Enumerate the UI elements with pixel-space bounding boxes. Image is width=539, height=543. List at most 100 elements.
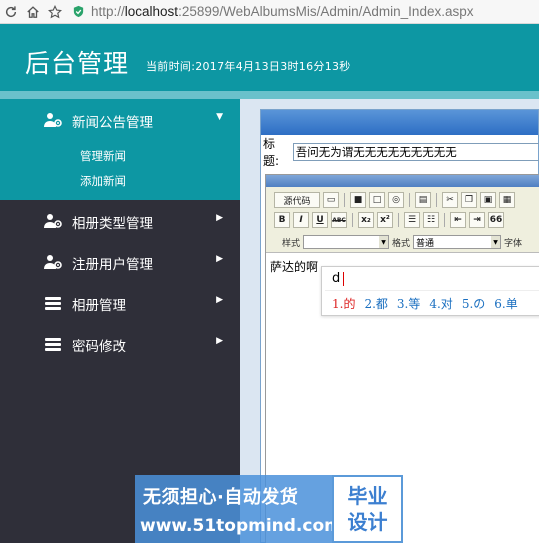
font-label: 字体: [504, 238, 523, 249]
ime-input-text: d: [332, 271, 341, 286]
chevron-down-icon: ▼: [491, 236, 501, 248]
numbered-list-icon: ☰: [407, 215, 417, 225]
watermark-banner: 无须担心·自动发货 www.51topmind.com 毕业 设计: [135, 475, 403, 543]
caret-right-icon: ▶: [216, 295, 223, 305]
watermark-badge-line2: 设计: [347, 510, 388, 534]
user-gear-icon: [44, 113, 62, 127]
ime-divider: [325, 290, 539, 291]
bookmark-button[interactable]: [44, 1, 66, 23]
superscript-button[interactable]: x²: [377, 212, 393, 228]
sidebar-item-label: 注册用户管理: [72, 257, 153, 273]
toolbar-separator: [444, 213, 445, 227]
indent-icon: ⇥: [473, 215, 481, 225]
paste-icon: ▣: [483, 195, 493, 205]
templates-button[interactable]: ▤: [415, 192, 431, 208]
ime-candidate-window: d 1.的 2.都 3.等 4.对 5.の 6.单: [321, 266, 539, 316]
watermark-slogan: 无须担心·自动发货: [143, 487, 299, 508]
save-icon: ■: [353, 195, 363, 205]
address-bar[interactable]: http://localhost:25899/WebAlbumsMis/Admi…: [72, 4, 473, 19]
outdent-icon: ⇤: [454, 215, 462, 225]
editor-toolbar: 源代码 ▭ ■ □ ◎ ▤ ✂ ❐ ▣ ▦ B I U ABC x₂ x² ☰ …: [266, 187, 539, 253]
sidebar-item-album-types[interactable]: 相册类型管理 ▶: [0, 200, 240, 241]
editor-text: 萨达的啊: [270, 260, 319, 274]
app-header: 后台管理 当前时间:2017年4月13日3时16分13秒: [0, 24, 539, 91]
sidebar-item-label: 新闻公告管理: [72, 115, 153, 131]
watermark-url: www.51topmind.com: [140, 516, 342, 536]
editor-titlebar: [266, 175, 539, 187]
scissors-icon: ✂: [446, 195, 454, 205]
source-code-label: 源代码: [283, 196, 311, 207]
print-preview-button[interactable]: ◎: [388, 192, 404, 208]
title-input[interactable]: 吾问无为谓无无无无无无无无无: [292, 143, 539, 161]
new-page-icon: □: [372, 195, 382, 205]
toolbar-separator: [409, 193, 410, 207]
caret-down-icon: ▼: [216, 112, 223, 122]
watermark-left: 无须担心·自动发货 www.51topmind.com: [135, 475, 342, 543]
sidebar-subitem-manage-news[interactable]: 管理新闻: [0, 144, 240, 169]
bold-button[interactable]: B: [274, 212, 290, 228]
toolbar-separator: [352, 213, 353, 227]
paste-button[interactable]: ▣: [480, 192, 496, 208]
numbered-list-button[interactable]: ☰: [404, 212, 420, 228]
bulleted-list-button[interactable]: ☷: [423, 212, 439, 228]
save-button[interactable]: ■: [350, 192, 366, 208]
toolbar-separator: [398, 213, 399, 227]
subscript-button[interactable]: x₂: [358, 212, 374, 228]
ime-candidate[interactable]: 5.の: [462, 295, 485, 312]
ime-candidates: 1.的 2.都 3.等 4.对 5.の 6.单: [332, 295, 518, 312]
title-row: 标题: 吾问无为谓无无无无无无无无无: [261, 137, 539, 168]
italic-button[interactable]: I: [293, 212, 309, 228]
format-select[interactable]: 普通 ▼: [413, 235, 502, 249]
format-label: 格式: [392, 238, 411, 249]
sidebar-item-label: 相册管理: [72, 298, 126, 314]
style-label: 样式: [282, 238, 301, 249]
sidebar-item-news[interactable]: 新闻公告管理 ▼: [0, 99, 240, 140]
preview-button[interactable]: ▭: [323, 192, 339, 208]
watermark-badge: 毕业 设计: [332, 475, 403, 543]
toolbar-row-1: 源代码 ▭ ■ □ ◎ ▤ ✂ ❐ ▣ ▦: [274, 191, 515, 209]
paste-word-button[interactable]: ▦: [499, 192, 515, 208]
strikethrough-button[interactable]: ABC: [331, 212, 347, 228]
user-gear-icon: [44, 214, 62, 228]
ime-candidate[interactable]: 3.等: [397, 295, 420, 312]
templates-icon: ▤: [418, 195, 428, 205]
star-icon: [48, 4, 62, 18]
ime-candidate[interactable]: 6.单: [494, 295, 517, 312]
paste-word-icon: ▦: [502, 195, 512, 205]
sidebar-item-users[interactable]: 注册用户管理 ▶: [0, 241, 240, 282]
stack-icon: [45, 338, 61, 351]
user-gear-icon: [44, 255, 62, 269]
outdent-button[interactable]: ⇤: [450, 212, 466, 228]
toolbar-separator: [344, 193, 345, 207]
toolbar-row-3: 样式 ▼ 格式 普通 ▼ 字体: [274, 233, 522, 251]
editor-content[interactable]: 萨达的啊 d 1.的 2.都 3.等 4.对 5.の 6.单: [266, 253, 539, 316]
url-host: localhost: [124, 4, 179, 19]
home-button[interactable]: [22, 1, 44, 23]
underline-button[interactable]: U: [312, 212, 328, 228]
title-label: 标题:: [263, 137, 280, 168]
magnifier-icon: ◎: [392, 195, 400, 205]
reload-button[interactable]: [0, 1, 22, 23]
sidebar-subitem-add-news[interactable]: 添加新闻: [0, 169, 240, 194]
style-select[interactable]: ▼: [303, 235, 390, 249]
new-page-button[interactable]: □: [369, 192, 385, 208]
sidebar-item-password[interactable]: 密码修改 ▶: [0, 323, 240, 364]
copy-button[interactable]: ❐: [461, 192, 477, 208]
bulleted-list-icon: ☷: [426, 215, 436, 225]
header-divider: [0, 91, 539, 99]
sidebar-item-label: 相册类型管理: [72, 216, 153, 232]
toolbar-row-2: B I U ABC x₂ x² ☰ ☷ ⇤ ⇥ 66: [274, 211, 504, 229]
reload-icon: [5, 5, 17, 17]
cut-button[interactable]: ✂: [442, 192, 458, 208]
ime-candidate[interactable]: 4.对: [429, 295, 452, 312]
watermark-badge-line1: 毕业: [347, 484, 388, 508]
blockquote-button[interactable]: 66: [488, 212, 504, 228]
sidebar-item-albums[interactable]: 相册管理 ▶: [0, 282, 240, 323]
source-code-button[interactable]: 源代码: [274, 192, 320, 208]
sidebar-item-label: 密码修改: [72, 339, 126, 355]
format-value: 普通: [416, 238, 435, 249]
ime-candidate[interactable]: 2.都: [364, 295, 387, 312]
indent-button[interactable]: ⇥: [469, 212, 485, 228]
ime-candidate[interactable]: 1.的: [332, 295, 355, 312]
preview-icon: ▭: [326, 195, 336, 205]
